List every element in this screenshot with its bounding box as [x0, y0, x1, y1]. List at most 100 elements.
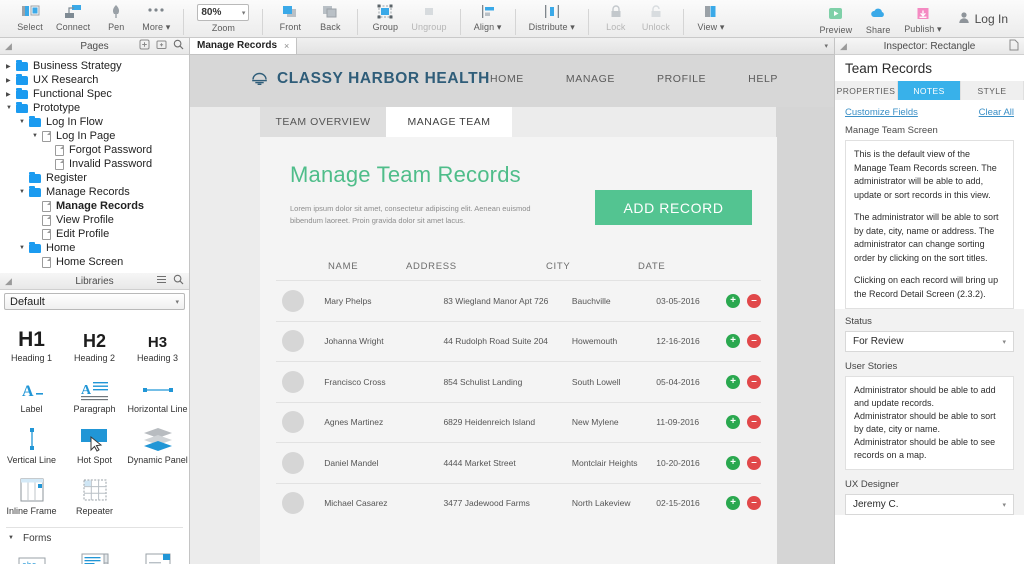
wireframe-nav[interactable]: HOME MANAGE PROFILE HELP [490, 73, 778, 85]
preview-button[interactable]: Preview [813, 3, 858, 35]
inspector-tab-notes[interactable]: NOTES [898, 81, 961, 100]
wireframe-nav-item[interactable]: HELP [748, 73, 778, 85]
remove-row-button[interactable]: – [747, 496, 761, 511]
pages-tree-item[interactable]: View Profile [0, 213, 189, 227]
chevron-down-icon[interactable] [19, 245, 29, 251]
chevron-down-icon[interactable] [19, 189, 29, 195]
add-row-button[interactable]: + [726, 334, 740, 349]
chevron-down-icon[interactable] [32, 133, 42, 139]
zoom-input[interactable]: 80% ▾ [197, 4, 250, 21]
note-textarea[interactable]: This is the default view of the Manage T… [845, 140, 1014, 309]
library-widget-repeater[interactable]: Repeater [63, 472, 126, 523]
library-widget-h3[interactable]: H3 Heading 3 [126, 319, 189, 370]
add-row-button[interactable]: + [726, 496, 740, 511]
pages-tree-item[interactable]: Manage Records [0, 185, 189, 199]
chevron-right-icon[interactable] [6, 63, 16, 70]
add-row-button[interactable]: + [726, 415, 740, 430]
ux-designer-select[interactable]: Jeremy C. ▾ [845, 494, 1014, 516]
table-row[interactable]: Johanna Wright 44 Rudolph Road Suite 204 H… [276, 320, 761, 362]
wireframe-tabs[interactable]: TEAM OVERVIEW MANAGE TEAM [260, 107, 512, 137]
wireframe-tab[interactable]: MANAGE TEAM [386, 107, 512, 137]
wireframe-tab[interactable]: TEAM OVERVIEW [260, 107, 386, 137]
zoom-control[interactable]: 80% ▾ Zoom [191, 4, 255, 33]
add-folder-icon[interactable] [156, 39, 167, 53]
table-row[interactable]: Francisco Cross 854 Schulist Landing South… [276, 361, 761, 402]
table-row[interactable]: Daniel Mandel 4444 Market Street Montclair… [276, 442, 761, 483]
user-stories-textarea[interactable]: Administrator should be able to add and … [845, 376, 1014, 471]
library-widget-hot-spot[interactable]: Hot Spot [63, 421, 126, 472]
connect-tool-button[interactable]: Connect [50, 0, 96, 32]
customize-fields-link[interactable]: Customize Fields [845, 107, 918, 118]
panel-collapse-icon[interactable]: ◢ [5, 276, 12, 287]
select-tool-button[interactable]: Select [10, 0, 50, 32]
inspector-tabs[interactable]: PROPERTIES NOTES STYLE [835, 81, 1024, 100]
remove-row-button[interactable]: – [747, 334, 761, 349]
menu-icon[interactable] [156, 274, 167, 288]
add-record-button[interactable]: ADD RECORD [595, 190, 752, 225]
library-widget-dynamic-panel[interactable]: Dynamic Panel [126, 421, 189, 472]
align-button[interactable]: Align ▾ [468, 0, 508, 33]
library-widget-text-field[interactable]: abcText Field [0, 544, 63, 564]
inspector-tab-style[interactable]: STYLE [961, 81, 1024, 100]
close-icon[interactable]: × [284, 41, 289, 51]
wireframe-nav-item[interactable]: HOME [490, 73, 524, 85]
table-row[interactable]: Michael Casarez 3477 Jadewood Farms North … [276, 482, 761, 524]
remove-row-button[interactable]: – [747, 293, 761, 308]
library-widget-droplist[interactable]: Droplist [126, 544, 189, 564]
pages-tree-item[interactable]: Edit Profile [0, 227, 189, 241]
page-icon[interactable] [1009, 39, 1019, 54]
send-back-button[interactable]: Back [310, 0, 350, 32]
column-header-address[interactable]: ADDRESS [406, 261, 546, 272]
lock-button[interactable]: Lock [596, 0, 636, 32]
clear-all-link[interactable]: Clear All [979, 107, 1014, 118]
library-widget-inline-frame[interactable]: Inline Frame [0, 472, 63, 523]
library-widget-vertical-line[interactable]: Vertical Line [0, 421, 63, 472]
chevron-down-icon[interactable]: ▾ [824, 42, 828, 50]
panel-collapse-icon[interactable]: ◢ [840, 41, 847, 52]
widget-library-grid[interactable]: H1 Heading 1 H2 Heading 2 H3 Heading 3 A Label A… [0, 313, 189, 564]
pages-tree-item[interactable]: Home Screen [0, 255, 189, 269]
view-button[interactable]: View ▾ [691, 0, 731, 33]
pen-tool-button[interactable]: Pen [96, 0, 136, 32]
inspector-tab-properties[interactable]: PROPERTIES [835, 81, 898, 100]
remove-row-button[interactable]: – [747, 455, 761, 470]
library-select[interactable]: Default ▾ [4, 293, 185, 310]
library-widget-h2[interactable]: H2 Heading 2 [63, 319, 126, 370]
pages-tree-item[interactable]: Prototype [0, 101, 189, 115]
group-button[interactable]: Group [365, 0, 405, 32]
chevron-down-icon[interactable] [19, 119, 29, 125]
add-row-button[interactable]: + [726, 374, 740, 389]
search-icon[interactable] [173, 39, 184, 53]
chevron-right-icon[interactable] [6, 91, 16, 98]
chevron-down-icon[interactable]: ▾ [175, 298, 179, 306]
pages-tree-item[interactable]: Manage Records [0, 199, 189, 213]
pages-tree-item[interactable]: Functional Spec [0, 87, 189, 101]
library-widget-h1[interactable]: H1 Heading 1 [0, 319, 63, 370]
chevron-down-icon[interactable] [8, 535, 18, 541]
design-canvas[interactable]: CLASSY HARBOR HEALTH HOME MANAGE PROFILE HE… [190, 55, 834, 564]
pages-tree-item[interactable]: Home [0, 241, 189, 255]
library-widget-text-area[interactable]: Text Area [63, 544, 126, 564]
column-header-date[interactable]: DATE [638, 261, 714, 272]
chevron-right-icon[interactable] [6, 77, 16, 84]
selected-object-name[interactable]: Team Records [835, 55, 1024, 81]
library-widget-label[interactable]: A Label [0, 370, 63, 421]
wireframe-nav-item[interactable]: MANAGE [566, 73, 615, 85]
unlock-button[interactable]: Unlock [636, 0, 676, 32]
add-row-button[interactable]: + [726, 455, 740, 470]
more-tools-button[interactable]: More ▾ [136, 0, 176, 33]
library-section-forms[interactable]: Forms [6, 526, 183, 544]
wireframe-nav-item[interactable]: PROFILE [657, 73, 706, 85]
pages-tree-item[interactable]: Invalid Password [0, 157, 189, 171]
column-header-name[interactable]: NAME [276, 261, 406, 272]
add-page-icon[interactable] [139, 39, 150, 53]
remove-row-button[interactable]: – [747, 415, 761, 430]
ungroup-button[interactable]: Ungroup [405, 0, 452, 32]
chevron-down-icon[interactable] [6, 105, 16, 111]
pages-tree-item[interactable]: Business Strategy [0, 59, 189, 73]
publish-button[interactable]: Publish ▾ [898, 2, 947, 35]
pages-tree-item[interactable]: Forgot Password [0, 143, 189, 157]
add-row-button[interactable]: + [726, 293, 740, 308]
status-select[interactable]: For Review ▾ [845, 331, 1014, 352]
pages-tree-item[interactable]: UX Research [0, 73, 189, 87]
